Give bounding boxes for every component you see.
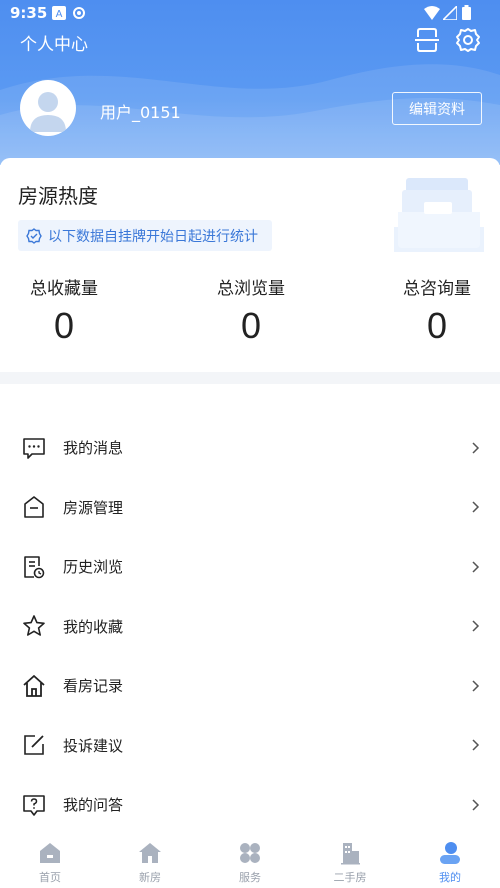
menu-item-complaints[interactable]: 投诉建议	[0, 716, 500, 776]
default-avatar-icon	[30, 92, 66, 132]
heat-title: 房源热度	[18, 184, 98, 208]
nav-label: 服务	[239, 871, 261, 884]
stat-value: 0	[53, 305, 75, 346]
service-icon	[240, 843, 260, 863]
stat-label: 总咨询量	[403, 279, 471, 299]
scan-button[interactable]	[412, 26, 442, 54]
edit-profile-button[interactable]: 编辑资料	[392, 92, 482, 125]
chevron-right-icon	[472, 620, 480, 632]
stat-value: 0	[426, 305, 448, 346]
house-manage-icon	[24, 496, 44, 519]
menu-item-messages[interactable]: 我的消息	[0, 418, 500, 478]
heat-note: 以下数据自挂牌开始日起进行统计	[18, 220, 272, 251]
chevron-right-icon	[472, 799, 480, 811]
home-icon	[23, 674, 45, 697]
menu-item-history[interactable]: 历史浏览	[0, 537, 500, 597]
status-time: 9:35	[10, 4, 48, 22]
chevron-right-icon	[472, 561, 480, 573]
chevron-right-icon	[472, 739, 480, 751]
chevron-right-icon	[472, 680, 480, 692]
menu-item-qa[interactable]: 我的问答	[0, 775, 500, 835]
menu-item-label: 历史浏览	[63, 558, 124, 577]
scan-icon	[415, 28, 439, 52]
signal-icon	[441, 4, 458, 24]
nav-profile[interactable]: 我的	[400, 836, 500, 888]
username: 用户_0151	[100, 103, 181, 122]
wifi-icon	[424, 5, 440, 24]
stat-inquiries: 总咨询量 0	[377, 274, 497, 347]
stat-views: 总浏览量 0	[191, 274, 311, 347]
card-illustration-icon	[394, 178, 484, 252]
menu-item-label: 投诉建议	[63, 736, 124, 755]
svg-text:A: A	[56, 9, 63, 20]
menu-item-label: 看房记录	[63, 677, 124, 696]
nav-service[interactable]: 服务	[200, 836, 300, 888]
stat-label: 总收藏量	[30, 279, 98, 299]
nav-home[interactable]: 首页	[0, 836, 100, 888]
menu-item-house-manage[interactable]: 房源管理	[0, 478, 500, 538]
message-icon	[23, 437, 45, 459]
profile-icon	[440, 842, 460, 864]
menu-item-viewing-records[interactable]: 看房记录	[0, 656, 500, 716]
settings-button[interactable]	[453, 26, 483, 54]
home-nav-icon	[40, 843, 60, 863]
chevron-right-icon	[472, 501, 480, 513]
question-icon	[23, 794, 45, 816]
edit-icon	[24, 735, 44, 756]
menu-item-label: 房源管理	[63, 498, 124, 517]
bottom-nav: 首页 新房 服务 二手房 我的	[0, 836, 500, 888]
status-bar: 9:35 A	[0, 0, 500, 26]
verified-badge-icon	[26, 227, 42, 244]
nav-label: 我的	[439, 871, 461, 884]
menu-item-label: 我的问答	[63, 796, 124, 815]
chevron-right-icon	[472, 442, 480, 454]
menu-item-label: 我的消息	[63, 439, 124, 458]
nav-label: 首页	[39, 871, 61, 884]
profile-header: 9:35 A 个人中心 用户_0151 编辑资料	[0, 0, 500, 165]
nav-label: 新房	[139, 871, 161, 884]
stat-favorites: 总收藏量 0	[4, 274, 124, 347]
nav-new-house[interactable]: 新房	[100, 836, 200, 888]
battery-icon	[462, 5, 471, 24]
stat-value: 0	[240, 305, 262, 346]
second-hand-icon	[341, 843, 360, 865]
heat-note-text: 以下数据自挂牌开始日起进行统计	[48, 228, 258, 245]
settings-status-icon	[72, 5, 86, 24]
page-title: 个人中心	[20, 35, 88, 55]
listing-heat-card: 房源热度 以下数据自挂牌开始日起进行统计 总收藏量 0 总浏览量 0 总咨询量 …	[0, 158, 500, 373]
star-icon	[23, 615, 45, 637]
nav-second-hand[interactable]: 二手房	[300, 836, 400, 888]
notification-a-icon: A	[52, 5, 66, 24]
stat-label: 总浏览量	[217, 279, 285, 299]
new-house-icon	[139, 843, 161, 863]
menu-item-label: 我的收藏	[63, 617, 124, 636]
profile-menu: 我的消息 房源管理 历史浏览 我的收藏 看房记录 投诉建议 我的问答	[0, 418, 500, 835]
nav-label: 二手房	[333, 871, 367, 884]
gear-icon	[456, 28, 480, 52]
menu-item-favorites[interactable]: 我的收藏	[0, 597, 500, 657]
avatar[interactable]	[20, 80, 76, 136]
section-divider	[0, 372, 500, 384]
history-icon	[24, 555, 45, 579]
